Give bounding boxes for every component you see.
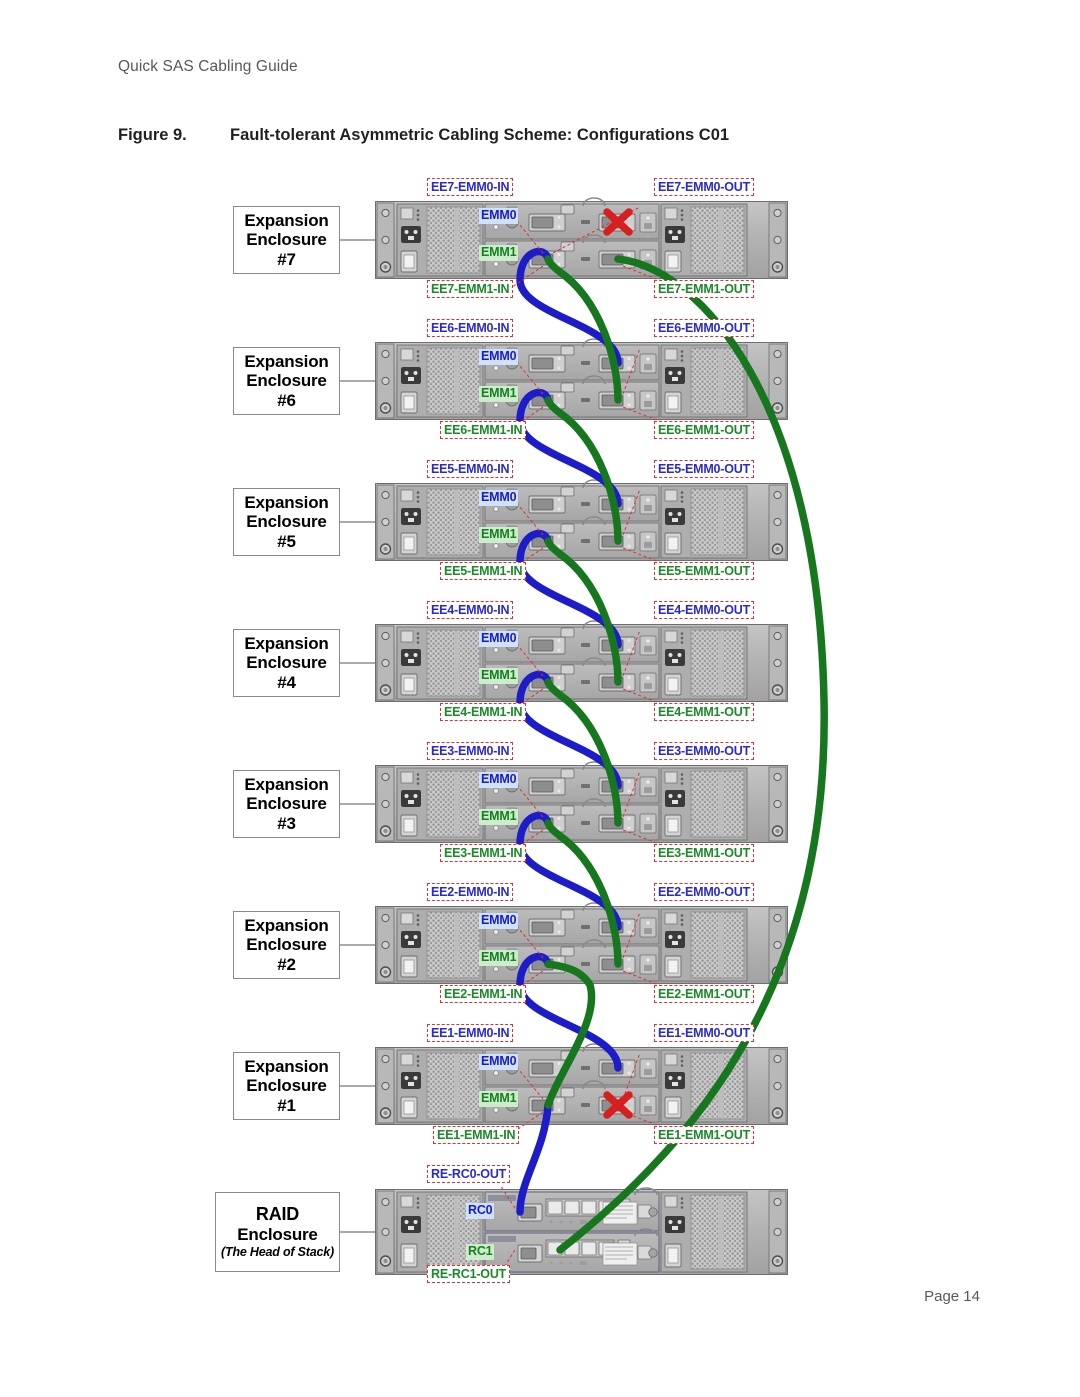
port-tag-ee5-emm1-in: EE5-EMM1-IN — [440, 562, 527, 580]
enclosure-chassis-ee7 — [374, 197, 789, 280]
enclosure-chassis-ee1 — [374, 1043, 789, 1126]
enclosure-label-line1: RAID — [255, 1204, 300, 1225]
port-tag-ee2-emm0-out: EE2-EMM0-OUT — [654, 883, 755, 901]
enclosure-label-line2: Enclosure — [246, 794, 327, 814]
enclosure-chassis-ee5 — [374, 479, 789, 562]
enclosure-label-line2: Enclosure — [246, 230, 327, 250]
port-tag-ee6-emm1-out: EE6-EMM1-OUT — [654, 421, 755, 439]
port-tag-ee5-emm0-in: EE5-EMM0-IN — [427, 460, 514, 478]
enclosure-label-line1: Expansion — [244, 774, 329, 794]
port-tag-ee2-emm1-in: EE2-EMM1-IN — [440, 985, 527, 1003]
enclosure-label-ee1: Expansion Enclosure #1 — [233, 1052, 340, 1120]
port-tag-ee1-emm0-out: EE1-EMM0-OUT — [654, 1024, 755, 1042]
port-tag-ee3-emm1-in: EE3-EMM1-IN — [440, 844, 527, 862]
module-badge-ee1-emm1: EMM1 — [479, 1091, 519, 1107]
enclosure-label-line3: (The Head of Stack) — [221, 1245, 334, 1260]
enclosure-label-line2: Enclosure — [246, 512, 327, 532]
module-badge-ee5-emm0: EMM0 — [479, 490, 519, 506]
enclosure-label-line1: Expansion — [244, 915, 329, 935]
port-tag-re-rc0-out: RE-RC0-OUT — [427, 1165, 511, 1183]
port-tag-ee6-emm1-in: EE6-EMM1-IN — [440, 421, 527, 439]
enclosure-label-line1: Expansion — [244, 1056, 329, 1076]
module-badge-ee6-emm0: EMM0 — [479, 349, 519, 365]
enclosure-label-ee2: Expansion Enclosure #2 — [233, 911, 340, 979]
enclosure-label-line1: Expansion — [244, 210, 329, 230]
module-badge-ee2-emm0: EMM0 — [479, 913, 519, 929]
module-badge-ee1-emm0: EMM0 — [479, 1054, 519, 1070]
port-tag-ee4-emm1-out: EE4-EMM1-OUT — [654, 703, 755, 721]
enclosure-label-ee3: Expansion Enclosure #3 — [233, 770, 340, 838]
enclosure-label-line1: Expansion — [244, 351, 329, 371]
module-badge-raid-rc1: RC1 — [466, 1244, 495, 1260]
module-badge-ee7-emm0: EMM0 — [479, 208, 519, 224]
port-tag-ee7-emm0-out: EE7-EMM0-OUT — [654, 178, 755, 196]
port-tag-ee5-emm1-out: EE5-EMM1-OUT — [654, 562, 755, 580]
module-badge-ee5-emm1: EMM1 — [479, 527, 519, 543]
module-badge-ee4-emm0: EMM0 — [479, 631, 519, 647]
port-tag-ee4-emm0-in: EE4-EMM0-IN — [427, 601, 514, 619]
port-tag-ee2-emm1-out: EE2-EMM1-OUT — [654, 985, 755, 1003]
port-tag-ee7-emm1-in: EE7-EMM1-IN — [427, 280, 514, 298]
enclosure-chassis-ee4 — [374, 620, 789, 703]
module-badge-raid-rc0: RC0 — [466, 1203, 495, 1219]
port-tag-ee7-emm0-in: EE7-EMM0-IN — [427, 178, 514, 196]
cabling-diagram — [340, 197, 828, 1276]
enclosure-label-line3: #5 — [277, 531, 296, 551]
port-tag-ee5-emm0-out: EE5-EMM0-OUT — [654, 460, 755, 478]
enclosure-label-line1: Expansion — [244, 633, 329, 653]
enclosure-label-ee4: Expansion Enclosure #4 — [233, 629, 340, 697]
port-tag-ee1-emm1-in: EE1-EMM1-IN — [433, 1126, 520, 1144]
enclosure-label-line3: #2 — [277, 954, 296, 974]
port-tag-re-rc1-out: RE-RC1-OUT — [427, 1265, 511, 1283]
module-badge-ee7-emm1: EMM1 — [479, 245, 519, 261]
enclosure-label-ee5: Expansion Enclosure #5 — [233, 488, 340, 556]
enclosure-label-line1: Expansion — [244, 492, 329, 512]
enclosure-label-line3: #3 — [277, 813, 296, 833]
port-tag-ee3-emm0-in: EE3-EMM0-IN — [427, 742, 514, 760]
port-tag-ee1-emm0-in: EE1-EMM0-IN — [427, 1024, 514, 1042]
page-footer: Page 14 — [924, 1288, 980, 1305]
port-tag-ee4-emm1-in: EE4-EMM1-IN — [440, 703, 527, 721]
module-badge-ee4-emm1: EMM1 — [479, 668, 519, 684]
enclosure-label-line2: Enclosure — [246, 371, 327, 391]
enclosure-label-line2: Enclosure — [237, 1224, 318, 1244]
port-tag-ee1-emm1-out: EE1-EMM1-OUT — [654, 1126, 755, 1144]
enclosure-label-line2: Enclosure — [246, 653, 327, 673]
enclosure-label-line3: #1 — [277, 1095, 296, 1115]
leader-lines — [340, 239, 377, 1233]
port-tag-ee3-emm1-out: EE3-EMM1-OUT — [654, 844, 755, 862]
port-tag-ee6-emm0-in: EE6-EMM0-IN — [427, 319, 514, 337]
module-badge-ee3-emm1: EMM1 — [479, 809, 519, 825]
document-page: Quick SAS Cabling Guide Figure 9. Fault-t… — [0, 0, 1080, 1397]
port-tag-ee6-emm0-out: EE6-EMM0-OUT — [654, 319, 755, 337]
module-badge-ee2-emm1: EMM1 — [479, 950, 519, 966]
enclosure-label-ee6: Expansion Enclosure #6 — [233, 347, 340, 415]
enclosure-label-raid: RAID Enclosure (The Head of Stack) — [215, 1192, 340, 1272]
module-badge-ee6-emm1: EMM1 — [479, 386, 519, 402]
enclosure-label-line2: Enclosure — [246, 1076, 327, 1096]
enclosure-label-line3: #7 — [277, 249, 296, 269]
module-badge-ee3-emm0: EMM0 — [479, 772, 519, 788]
port-tag-ee2-emm0-in: EE2-EMM0-IN — [427, 883, 514, 901]
enclosure-label-line3: #6 — [277, 390, 296, 410]
enclosure-label-line3: #4 — [277, 672, 296, 692]
port-tag-ee7-emm1-out: EE7-EMM1-OUT — [654, 280, 755, 298]
enclosure-chassis-ee3 — [374, 761, 789, 844]
port-tag-ee4-emm0-out: EE4-EMM0-OUT — [654, 601, 755, 619]
enclosure-label-ee7: Expansion Enclosure #7 — [233, 206, 340, 274]
enclosure-label-line2: Enclosure — [246, 935, 327, 955]
port-tag-ee3-emm0-out: EE3-EMM0-OUT — [654, 742, 755, 760]
enclosure-chassis-ee6 — [374, 338, 789, 421]
